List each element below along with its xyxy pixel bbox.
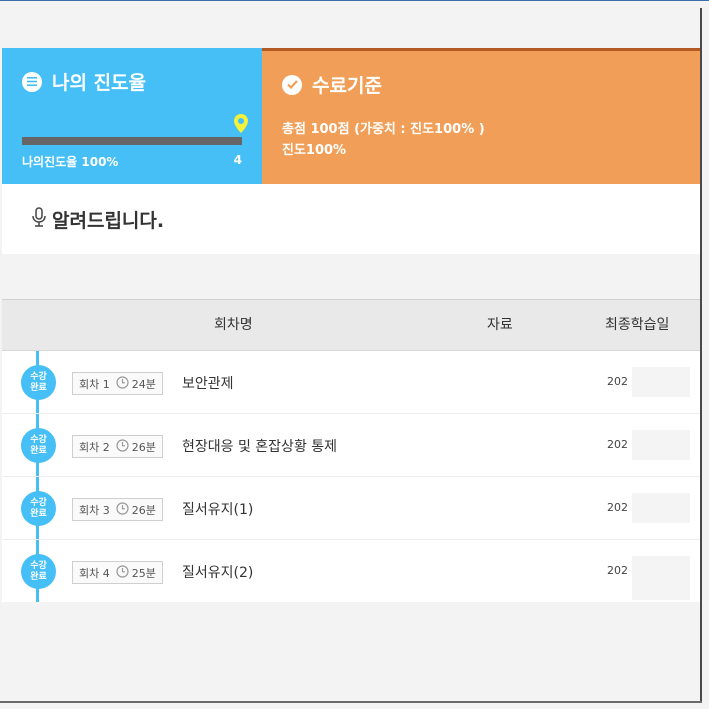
session-duration: 25분 <box>131 566 156 580</box>
window-edge-bottom <box>0 701 702 703</box>
session-date: 202 <box>607 564 628 577</box>
session-title[interactable]: 질서유지(2) <box>182 562 253 582</box>
session-table: 회차명 자료 최종학습일 수강 완료 회차 1 24분 보안관제 202 수강 … <box>2 299 700 603</box>
check-circle-icon <box>282 74 302 95</box>
notice-section: 알려드립니다. <box>2 184 700 254</box>
session-title[interactable]: 보안관제 <box>182 373 234 393</box>
status-text-line1: 수강 <box>30 560 47 571</box>
session-date: 202 <box>607 501 628 514</box>
header-last-study-date: 최종학습일 <box>605 317 670 333</box>
clock-icon <box>116 501 129 518</box>
clock-icon <box>116 438 129 455</box>
header-material: 자료 <box>487 317 513 333</box>
criteria-title-text: 수료기준 <box>312 75 382 97</box>
progress-title-text: 나의 진도율 <box>52 72 147 94</box>
session-tag: 회차 3 26분 <box>72 498 163 521</box>
completed-count: 4 <box>233 153 242 167</box>
notice-title: 알려드립니다. <box>30 206 164 233</box>
session-date: 202 <box>607 438 628 451</box>
empty-bottom-area <box>2 602 700 702</box>
status-text-line2: 완료 <box>30 508 47 519</box>
clock-icon <box>116 564 129 581</box>
progress-bar-fill <box>22 137 242 145</box>
status-badge: 수강 완료 <box>21 491 56 526</box>
completion-criteria-panel: 수료기준 총점 100점 (가중치 : 진도100% ) 진도100% <box>262 48 700 184</box>
session-number: 회차 2 <box>79 440 110 454</box>
table-header: 회차명 자료 최종학습일 <box>2 299 700 351</box>
window-edge-right <box>700 8 702 703</box>
session-duration: 26분 <box>131 503 156 517</box>
session-number: 회차 1 <box>79 377 110 391</box>
progress-bar <box>22 137 242 145</box>
progress-label: 나의진도율 100% <box>22 155 119 169</box>
table-row[interactable]: 수강 완료 회차 1 24분 보안관제 202 <box>2 351 700 414</box>
session-number: 회차 4 <box>79 566 110 580</box>
list-icon <box>22 71 42 92</box>
session-date: 202 <box>607 375 628 388</box>
clock-icon <box>116 375 129 392</box>
table-row[interactable]: 수강 완료 회차 2 26분 현장대응 및 혼잡상황 통제 202 <box>2 414 700 477</box>
notice-title-text: 알려드립니다. <box>52 210 165 232</box>
progress-panels: 나의 진도율 나의진도율 100% 4 수료기준 총점 100점 (가중치 : … <box>2 48 700 184</box>
blurred-date-mask <box>632 556 690 600</box>
criteria-progress-line: 진도100% <box>282 143 347 158</box>
session-tag: 회차 2 26분 <box>72 435 163 458</box>
status-text-line1: 수강 <box>30 434 47 445</box>
status-text-line2: 완료 <box>30 382 47 393</box>
progress-panel-title: 나의 진도율 <box>22 68 146 95</box>
blurred-date-mask <box>632 367 690 397</box>
session-tag: 회차 4 25분 <box>72 561 163 584</box>
blurred-date-mask <box>632 493 690 523</box>
status-text-line1: 수강 <box>30 497 47 508</box>
progress-panel: 나의 진도율 나의진도율 100% 4 <box>2 48 262 184</box>
session-tag: 회차 1 24분 <box>72 372 163 395</box>
table-row[interactable]: 수강 완료 회차 3 26분 질서유지(1) 202 <box>2 477 700 540</box>
table-body: 수강 완료 회차 1 24분 보안관제 202 수강 완료 회차 2 26분 현… <box>2 351 700 603</box>
status-text-line2: 완료 <box>30 445 47 456</box>
status-text-line2: 완료 <box>30 571 47 582</box>
status-badge: 수강 완료 <box>21 554 56 589</box>
microphone-icon <box>30 206 52 233</box>
header-session-name: 회차명 <box>214 317 253 333</box>
criteria-panel-title: 수료기준 <box>282 71 382 98</box>
criteria-details: 총점 100점 (가중치 : 진도100% ) 진도100% <box>282 119 485 161</box>
session-title[interactable]: 현장대응 및 혼잡상황 통제 <box>182 436 337 456</box>
session-title[interactable]: 질서유지(1) <box>182 499 253 519</box>
status-badge: 수강 완료 <box>21 428 56 463</box>
location-pin-icon <box>234 114 248 137</box>
page-frame: 나의 진도율 나의진도율 100% 4 수료기준 총점 100점 (가중치 : … <box>0 0 709 709</box>
status-badge: 수강 완료 <box>21 365 56 400</box>
session-duration: 26분 <box>131 440 156 454</box>
criteria-score-line: 총점 100점 (가중치 : 진도100% ) <box>282 122 485 137</box>
session-duration: 24분 <box>131 377 156 391</box>
session-number: 회차 3 <box>79 503 110 517</box>
status-text-line1: 수강 <box>30 371 47 382</box>
blurred-date-mask <box>632 430 690 460</box>
table-row[interactable]: 수강 완료 회차 4 25분 질서유지(2) 202 <box>2 540 700 603</box>
